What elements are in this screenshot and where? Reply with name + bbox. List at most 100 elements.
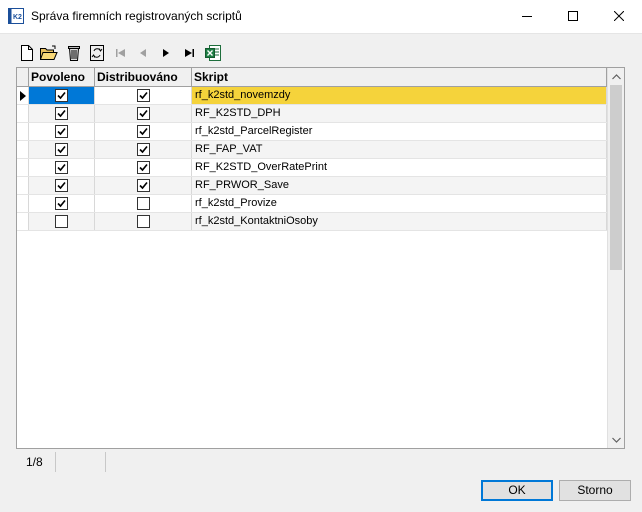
window-title: Správa firemních registrovaných scriptů [31, 9, 242, 23]
new-button[interactable] [18, 44, 36, 62]
distribuovano-cell[interactable] [95, 159, 192, 176]
table-row[interactable]: rf_k2std_ParcelRegister [17, 123, 607, 141]
excel-export-button[interactable] [204, 44, 222, 62]
checkmark-icon [139, 127, 148, 136]
refresh-button[interactable] [88, 44, 106, 62]
distribuovano-cell[interactable] [95, 177, 192, 194]
current-row-arrow-icon [20, 91, 26, 101]
title-bar: K2 Správa firemních registrovaných scrip… [0, 0, 642, 34]
column-header-distribuovano[interactable]: Distribuováno [95, 68, 192, 86]
povoleno-checkbox[interactable] [55, 197, 68, 210]
povoleno-checkbox[interactable] [55, 161, 68, 174]
first-record-icon [116, 49, 125, 57]
povoleno-checkbox[interactable] [55, 179, 68, 192]
skript-cell[interactable]: rf_k2std_novemzdy [192, 87, 607, 104]
toolbar [16, 44, 316, 64]
povoleno-cell[interactable] [29, 195, 95, 212]
distribuovano-checkbox[interactable] [137, 161, 150, 174]
header-indicator-cell [17, 68, 29, 86]
distribuovano-checkbox[interactable] [137, 197, 150, 210]
povoleno-cell[interactable] [29, 177, 95, 194]
table-row[interactable]: rf_k2std_KontaktniOsoby [17, 213, 607, 231]
scroll-up-button[interactable] [608, 68, 624, 85]
povoleno-checkbox[interactable] [55, 89, 68, 102]
checkmark-icon [57, 145, 66, 154]
checkmark-icon [57, 127, 66, 136]
distribuovano-checkbox[interactable] [137, 125, 150, 138]
prior-record-button[interactable] [134, 44, 152, 62]
skript-cell[interactable]: RF_K2STD_DPH [192, 105, 607, 122]
povoleno-cell[interactable] [29, 87, 95, 104]
delete-button[interactable] [65, 44, 83, 62]
distribuovano-cell[interactable] [95, 87, 192, 104]
skript-cell[interactable]: rf_k2std_KontaktniOsoby [192, 213, 607, 230]
row-indicator-cell[interactable] [17, 159, 29, 176]
vertical-scrollbar[interactable] [607, 68, 624, 448]
table-row[interactable]: RF_FAP_VAT [17, 141, 607, 159]
k2-app-icon: K2 [8, 8, 24, 24]
status-panel [56, 452, 106, 472]
povoleno-checkbox[interactable] [55, 107, 68, 120]
table-row[interactable]: RF_K2STD_OverRatePrint [17, 159, 607, 177]
chevron-down-icon [611, 437, 621, 443]
distribuovano-checkbox[interactable] [137, 107, 150, 120]
povoleno-cell[interactable] [29, 105, 95, 122]
row-indicator-cell[interactable] [17, 213, 29, 230]
column-header-povoleno[interactable]: Povoleno [29, 68, 95, 86]
new-icon [21, 45, 33, 61]
column-header-skript[interactable]: Skript [192, 68, 607, 86]
delete-icon [68, 46, 80, 61]
next-record-button[interactable] [157, 44, 175, 62]
povoleno-cell[interactable] [29, 159, 95, 176]
table-row[interactable]: rf_k2std_Provize [17, 195, 607, 213]
skript-cell[interactable]: rf_k2std_ParcelRegister [192, 123, 607, 140]
skript-cell[interactable]: RF_K2STD_OverRatePrint [192, 159, 607, 176]
scroll-down-button[interactable] [608, 431, 624, 448]
distribuovano-cell[interactable] [95, 105, 192, 122]
close-icon [614, 11, 624, 21]
scroll-thumb[interactable] [610, 85, 622, 270]
cancel-button[interactable]: Storno [559, 480, 631, 501]
row-indicator-cell[interactable] [17, 87, 29, 104]
close-button[interactable] [596, 0, 642, 32]
skript-cell[interactable]: RF_FAP_VAT [192, 141, 607, 158]
distribuovano-checkbox[interactable] [137, 143, 150, 156]
refresh-icon [90, 45, 104, 61]
distribuovano-cell[interactable] [95, 195, 192, 212]
povoleno-cell[interactable] [29, 141, 95, 158]
row-indicator-cell[interactable] [17, 123, 29, 140]
row-indicator-cell[interactable] [17, 177, 29, 194]
row-indicator-cell[interactable] [17, 195, 29, 212]
povoleno-checkbox[interactable] [55, 143, 68, 156]
povoleno-cell[interactable] [29, 123, 95, 140]
skript-cell[interactable]: rf_k2std_Provize [192, 195, 607, 212]
last-record-icon [185, 49, 194, 57]
checkmark-icon [57, 199, 66, 208]
table-row[interactable]: RF_K2STD_DPH [17, 105, 607, 123]
maximize-button[interactable] [550, 0, 596, 32]
povoleno-checkbox[interactable] [55, 215, 68, 228]
povoleno-checkbox[interactable] [55, 125, 68, 138]
table-row[interactable]: rf_k2std_novemzdy [17, 87, 607, 105]
scripts-grid[interactable]: Povoleno Distribuováno Skript rf_k2std_n… [16, 67, 625, 449]
povoleno-cell[interactable] [29, 213, 95, 230]
open-icon [40, 45, 58, 60]
distribuovano-cell[interactable] [95, 213, 192, 230]
distribuovano-checkbox[interactable] [137, 215, 150, 228]
last-record-button[interactable] [180, 44, 198, 62]
row-indicator-cell[interactable] [17, 105, 29, 122]
first-record-button[interactable] [112, 44, 130, 62]
row-indicator-cell[interactable] [17, 141, 29, 158]
open-button[interactable] [40, 44, 58, 62]
skript-cell[interactable]: RF_PRWOR_Save [192, 177, 607, 194]
grid-header: Povoleno Distribuováno Skript [17, 68, 607, 87]
next-record-icon [163, 49, 169, 57]
table-row[interactable]: RF_PRWOR_Save [17, 177, 607, 195]
ok-button[interactable]: OK [481, 480, 553, 501]
status-bar: 1/8 [16, 452, 625, 474]
distribuovano-cell[interactable] [95, 123, 192, 140]
distribuovano-checkbox[interactable] [137, 89, 150, 102]
distribuovano-checkbox[interactable] [137, 179, 150, 192]
minimize-button[interactable] [504, 0, 550, 32]
distribuovano-cell[interactable] [95, 141, 192, 158]
